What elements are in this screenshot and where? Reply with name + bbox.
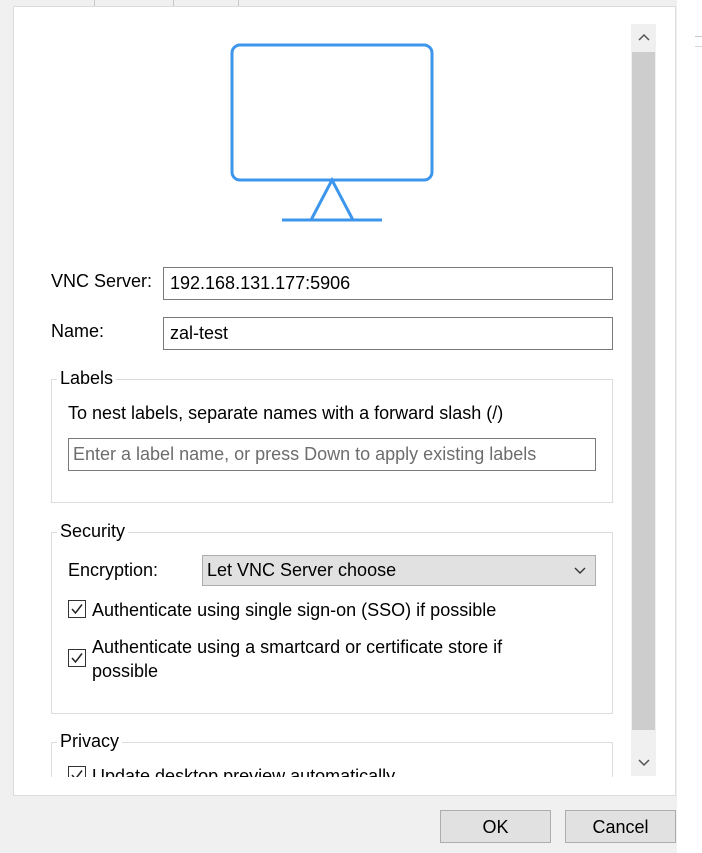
cancel-button[interactable]: Cancel — [565, 810, 676, 843]
scroll-content: VNC Server: 192.168.131.177:5906 Name: z… — [14, 7, 630, 777]
smartcard-checkbox[interactable] — [68, 649, 86, 667]
vnc-server-label: VNC Server: — [51, 271, 153, 291]
encryption-select[interactable]: Let VNC Server choose — [202, 555, 596, 586]
update-preview-label: Update desktop preview automatically — [92, 766, 396, 777]
chevron-down-icon — [574, 556, 586, 594]
sso-label: Authenticate using single sign-on (SSO) … — [92, 600, 497, 620]
ok-button[interactable]: OK — [440, 810, 551, 843]
scroll-down-arrow[interactable] — [631, 748, 656, 776]
background-window — [677, 0, 702, 853]
chevron-up-icon — [637, 33, 650, 41]
label-input[interactable]: Enter a label name, or press Down to app… — [68, 438, 596, 471]
labels-hint: To nest labels, separate names with a fo… — [68, 403, 504, 423]
checkmark-icon — [71, 653, 83, 664]
monitor-icon — [230, 43, 434, 222]
security-group-title: Security — [57, 521, 129, 542]
smartcard-option[interactable]: Authenticate using a smartcard or certif… — [68, 635, 568, 683]
labels-group-title: Labels — [57, 368, 117, 389]
update-preview-checkbox[interactable] — [68, 766, 86, 777]
label-input-placeholder: Enter a label name, or press Down to app… — [73, 444, 537, 464]
chevron-down-icon — [637, 759, 650, 767]
scroll-up-arrow[interactable] — [631, 24, 656, 52]
name-value: zal-test — [170, 323, 229, 343]
name-label: Name: — [51, 321, 105, 341]
sso-checkbox[interactable] — [68, 600, 86, 618]
scroll-thumb[interactable] — [632, 52, 655, 730]
background-line — [695, 46, 702, 47]
checkmark-icon — [71, 604, 83, 615]
vnc-server-value: 192.168.131.177:5906 — [170, 273, 351, 293]
encryption-value: Let VNC Server choose — [207, 560, 397, 580]
privacy-group-title: Privacy — [57, 731, 123, 752]
encryption-label: Encryption: — [68, 560, 159, 580]
checkmark-icon — [71, 770, 83, 777]
vnc-server-input[interactable]: 192.168.131.177:5906 — [163, 267, 613, 300]
background-line — [695, 36, 702, 37]
name-input[interactable]: zal-test — [163, 317, 613, 350]
smartcard-label: Authenticate using a smartcard or certif… — [92, 637, 503, 681]
sso-option[interactable]: Authenticate using single sign-on (SSO) … — [68, 598, 598, 622]
vertical-scrollbar[interactable] — [631, 24, 656, 776]
update-preview-option[interactable]: Update desktop preview automatically — [68, 764, 568, 777]
